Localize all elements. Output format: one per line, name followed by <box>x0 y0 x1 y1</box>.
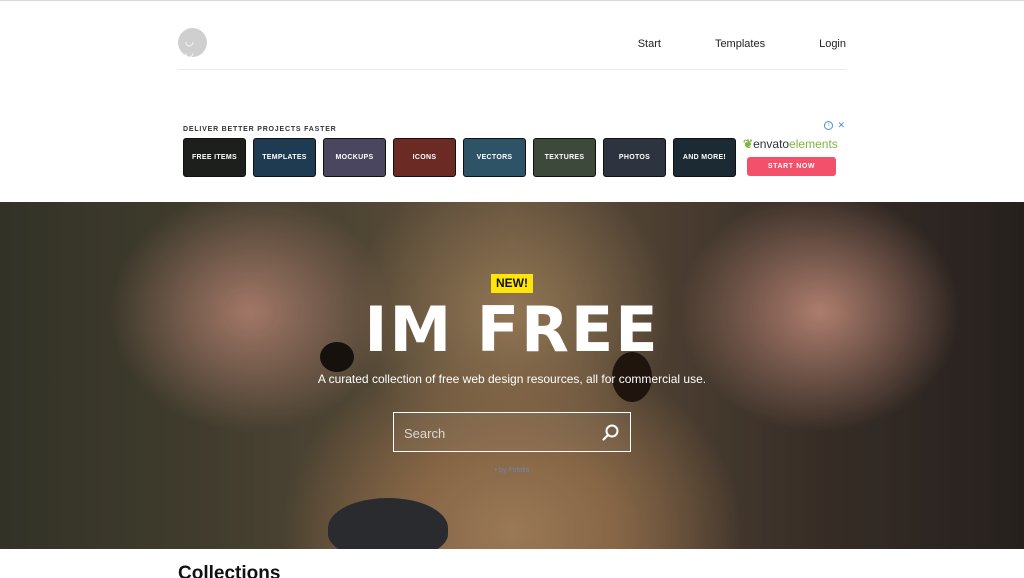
ad-tile-label: MOCKUPS <box>335 154 374 161</box>
envato-brand-suffix: elements <box>789 137 838 151</box>
ad-info-icon[interactable]: i <box>824 121 834 131</box>
ad-tile-textures[interactable]: TEXTURES <box>533 138 596 177</box>
hero-subtitle: A curated collection of free web design … <box>317 372 707 386</box>
ad-tile-templates[interactable]: TEMPLATES <box>253 138 316 177</box>
main-nav: Start Templates Login <box>584 38 846 50</box>
nav-templates[interactable]: Templates <box>715 38 765 50</box>
search-input[interactable] <box>404 424 594 442</box>
ad-tile-mockups[interactable]: MOCKUPS <box>323 138 386 177</box>
ad-tile-vectors[interactable]: VECTORS <box>463 138 526 177</box>
ad-tile-icons[interactable]: ICONS <box>393 138 456 177</box>
ad-tile-label: FREE ITEMS <box>191 154 237 161</box>
top-rule <box>0 0 1024 1</box>
ad-tile-free-items[interactable]: FREE ITEMS <box>183 138 246 177</box>
site-logo[interactable]: ◡ ◡ <box>178 28 207 59</box>
nav-login[interactable]: Login <box>819 38 846 50</box>
envato-leaf-icon: ❦ <box>743 137 754 151</box>
search-box <box>393 412 631 452</box>
smiley-icon: ◡ ◡ <box>185 37 195 59</box>
envato-brand: envato <box>753 137 790 151</box>
photo-credit[interactable]: • by Fotolia <box>0 467 1024 474</box>
collections-heading: Collections <box>178 563 281 578</box>
ad-close-controls[interactable]: i ✕ <box>824 120 845 131</box>
search-icon[interactable] <box>601 423 621 443</box>
ad-tile-label: VECTORS <box>476 154 513 161</box>
ad-banner[interactable]: DELIVER BETTER PROJECTS FASTER i ✕ FREE I… <box>183 120 847 184</box>
ad-tile-label: PHOTOS <box>618 154 651 161</box>
ad-tile-photos[interactable]: PHOTOS <box>603 138 666 177</box>
ad-close-icon[interactable]: ✕ <box>837 120 845 130</box>
ad-tiles: FREE ITEMS TEMPLATES MOCKUPS ICONS VECTO… <box>183 138 743 177</box>
new-badge: NEW! <box>491 274 533 293</box>
ad-tile-and-more[interactable]: AND MORE! <box>673 138 736 177</box>
ad-tile-label: ICONS <box>412 154 437 161</box>
nav-start[interactable]: Start <box>638 38 661 50</box>
ad-tile-label: TEMPLATES <box>262 154 307 161</box>
ad-tagline: DELIVER BETTER PROJECTS FASTER <box>183 126 337 133</box>
envato-logo[interactable]: ❦envatoelements <box>743 137 838 151</box>
ad-tile-label: AND MORE! <box>682 154 727 161</box>
hero-title: IM FREE <box>364 293 660 366</box>
site-header: ◡ ◡ Start Templates Login <box>178 28 846 70</box>
start-now-button[interactable]: START NOW <box>747 157 836 176</box>
ad-tile-label: TEXTURES <box>544 154 585 161</box>
